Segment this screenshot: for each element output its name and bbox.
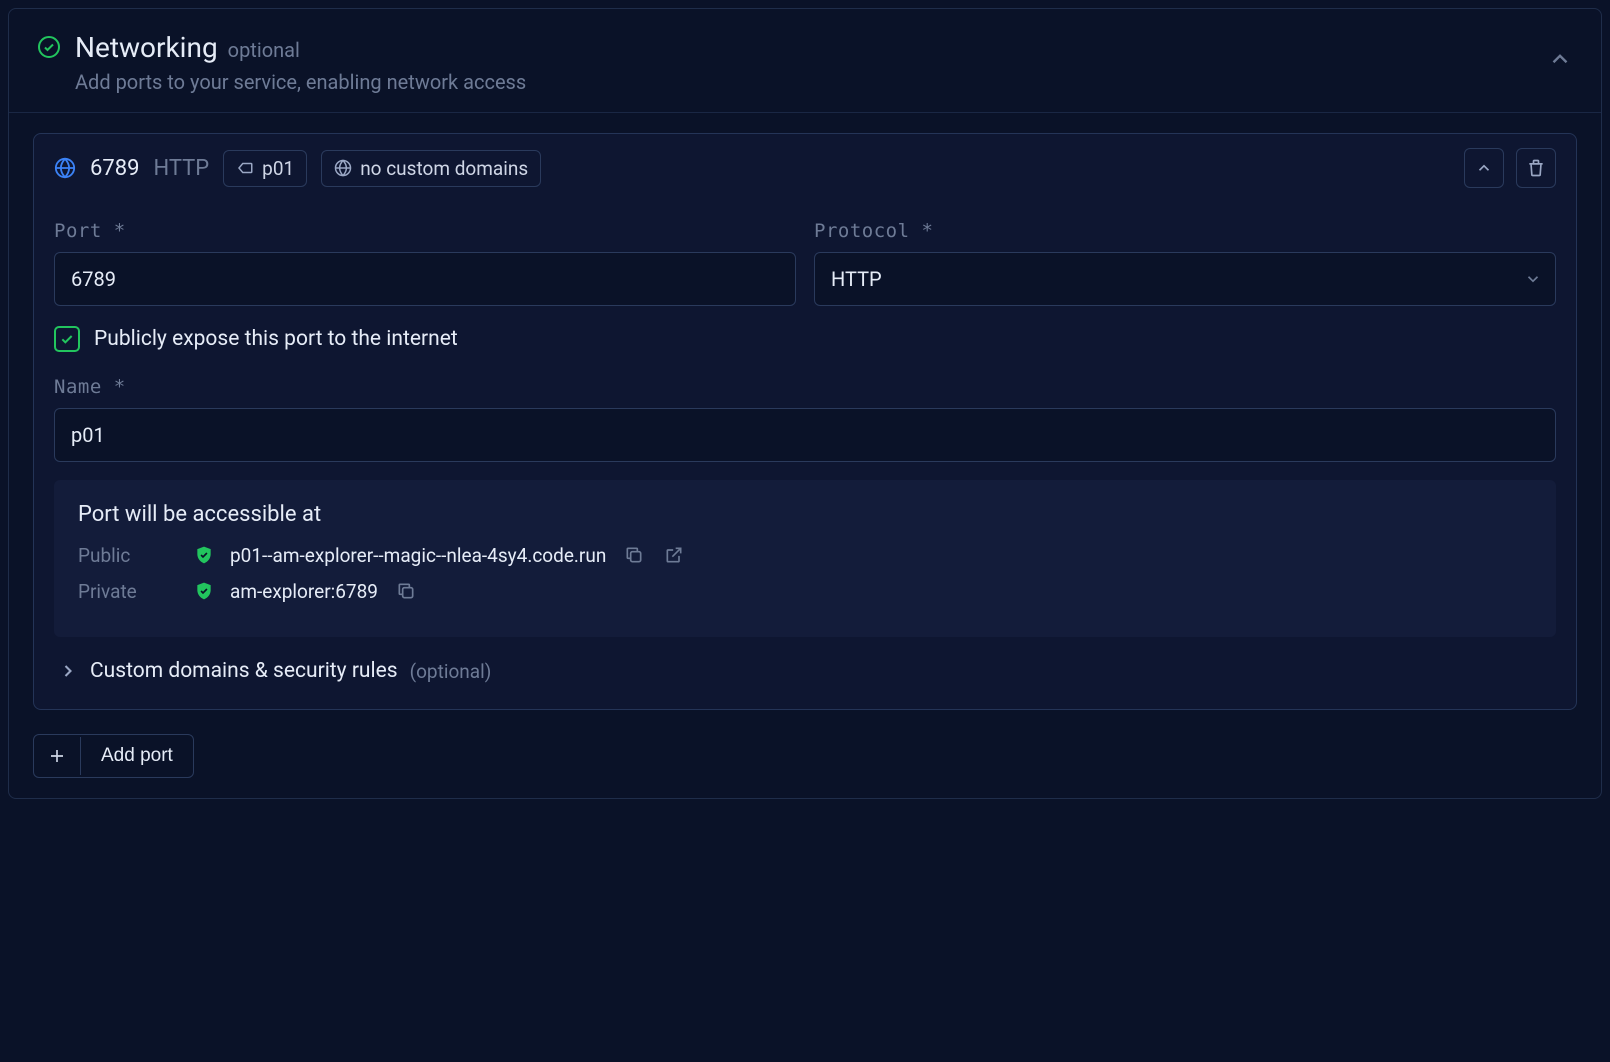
collapse-section-button[interactable] <box>1547 46 1573 72</box>
private-access-label: Private <box>78 580 178 603</box>
port-header-number: 6789 <box>90 156 139 181</box>
chevron-right-icon <box>58 661 78 681</box>
custom-domains-toggle[interactable]: Custom domains & security rules (optiona… <box>54 637 1556 687</box>
private-url: am-explorer:6789 <box>230 580 378 603</box>
access-info-box: Port will be accessible at Public p01--a… <box>54 480 1556 637</box>
section-subtitle: Add ports to your service, enabling netw… <box>75 70 526 94</box>
port-header-right <box>1464 148 1556 188</box>
port-protocol-row: Port * Protocol * <box>54 220 1556 306</box>
section-header: Networking optional Add ports to your se… <box>9 9 1601 113</box>
port-input[interactable] <box>54 252 796 306</box>
port-name-badge: p01 <box>223 150 307 187</box>
networking-section: Networking optional Add ports to your se… <box>8 8 1602 799</box>
public-access-row: Public p01--am-explorer--magic--nlea-4sy… <box>78 543 1532 567</box>
protocol-select[interactable] <box>814 252 1556 306</box>
port-header-left: 6789 HTTP p01 <box>54 150 541 187</box>
public-expose-label: Publicly expose this port to the interne… <box>94 327 458 351</box>
shield-check-icon <box>194 545 214 565</box>
add-port-button[interactable]: Add port <box>33 734 194 778</box>
collapse-port-button[interactable] <box>1464 148 1504 188</box>
delete-port-button[interactable] <box>1516 148 1556 188</box>
public-access-label: Public <box>78 544 178 567</box>
section-header-left: Networking optional Add ports to your se… <box>37 31 526 94</box>
globe-icon <box>54 157 76 179</box>
shield-check-icon <box>194 581 214 601</box>
name-input[interactable] <box>54 408 1556 462</box>
checkbox-checked-icon <box>54 326 80 352</box>
port-card-header: 6789 HTTP p01 <box>34 134 1576 202</box>
copy-private-url-button[interactable] <box>394 579 418 603</box>
globe-icon <box>334 159 352 177</box>
tag-icon <box>236 159 254 177</box>
port-field-group: Port * <box>54 220 796 306</box>
section-title-row: Networking optional <box>75 31 526 64</box>
public-url: p01--am-explorer--magic--nlea-4sy4.code.… <box>230 544 606 567</box>
custom-domains-badge-text: no custom domains <box>360 157 528 180</box>
public-expose-checkbox[interactable]: Publicly expose this port to the interne… <box>54 326 1556 352</box>
section-title-block: Networking optional Add ports to your se… <box>75 31 526 94</box>
name-label: Name * <box>54 376 1556 398</box>
plus-icon <box>34 737 81 775</box>
access-title: Port will be accessible at <box>78 502 1532 527</box>
port-body: Port * Protocol * <box>34 202 1576 709</box>
section-optional-tag: optional <box>228 38 300 62</box>
add-port-label: Add port <box>81 735 193 777</box>
protocol-label: Protocol * <box>814 220 1556 242</box>
open-public-url-button[interactable] <box>662 543 686 567</box>
protocol-select-wrap <box>814 252 1556 306</box>
port-label: Port * <box>54 220 796 242</box>
port-name-badge-text: p01 <box>262 157 294 180</box>
private-access-row: Private am-explorer:6789 <box>78 579 1532 603</box>
protocol-field-group: Protocol * <box>814 220 1556 306</box>
section-title: Networking <box>75 31 218 64</box>
custom-domains-badge: no custom domains <box>321 150 541 187</box>
name-field-group: Name * <box>54 376 1556 462</box>
custom-domains-label: Custom domains & security rules <box>90 659 398 683</box>
check-circle-icon <box>37 35 61 59</box>
copy-public-url-button[interactable] <box>622 543 646 567</box>
custom-domains-optional: (optional) <box>410 660 492 683</box>
port-header-protocol: HTTP <box>153 156 209 181</box>
port-card: 6789 HTTP p01 <box>33 133 1577 710</box>
